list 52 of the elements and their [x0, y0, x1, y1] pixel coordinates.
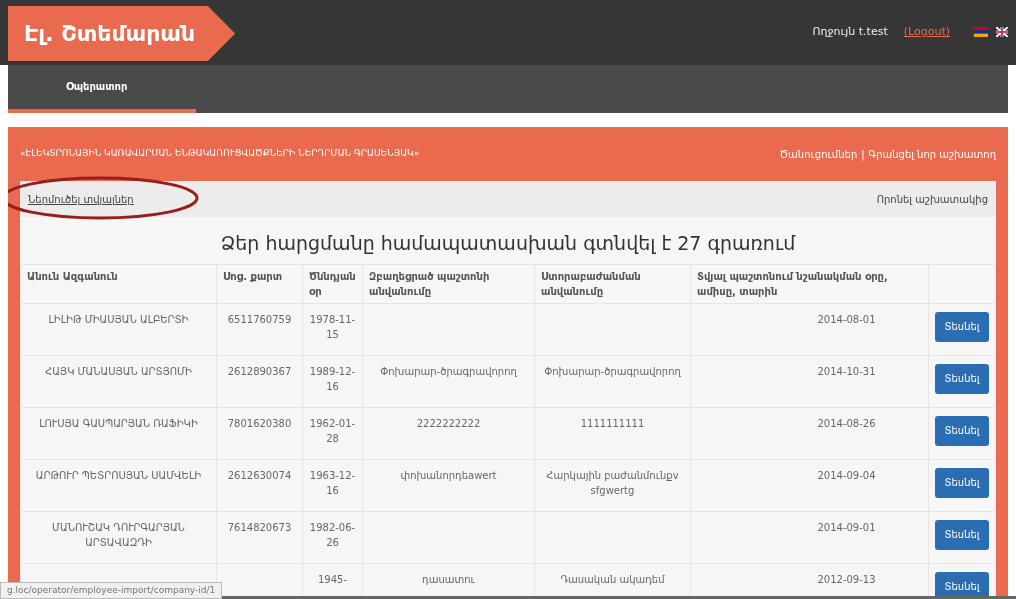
column-header: Ծննդյան օր [302, 264, 363, 303]
table-cell: 2014-10-31 [817, 365, 876, 377]
logout-link[interactable]: (Logout) [903, 24, 950, 41]
table-cell: դասատու [422, 573, 475, 585]
greeting: Ողջույն t.test [812, 24, 888, 40]
view-button[interactable]: Տեսնել [935, 467, 989, 498]
table-cell: Հարկային բաժանմունքv sfgwertg [546, 469, 679, 496]
panel-link[interactable]: Գրանցել նոր աշխատող [868, 146, 996, 162]
name-cell: ԱՐԹՈՒՐ ՊԵՏՐՈՍՅԱՆ ՍԱՄՎԵԼԻ [35, 469, 202, 481]
table-cell: 2612630074 [227, 469, 292, 481]
table-cell: Փոխարար-ծրագրավորող [544, 365, 681, 377]
table-cell: 2222222222 [416, 417, 481, 429]
table-cell: 1963-12-16 [309, 469, 356, 496]
table-cell: 2612890367 [227, 365, 292, 377]
result-heading: Ձեր հարցմանը համապատասխան գտնվել է 27 գրառում [219, 231, 797, 256]
table-cell: 2014-09-04 [817, 469, 876, 481]
table-cell: 7614820673 [227, 521, 292, 533]
column-header: Ստորաբաժանման անվանումը [534, 264, 691, 303]
table-cell: 6511760759 [227, 313, 292, 325]
logo[interactable]: Էլ. Շտեմարան [8, 6, 236, 61]
table-cell: 1989-12-16 [309, 365, 356, 392]
table-cell: Դասական ակադեմ [560, 573, 665, 585]
table-cell: 1978-11-15 [309, 313, 356, 340]
search-link[interactable]: Որոնել աշխատակից [876, 191, 988, 207]
view-button[interactable]: Տեսնել [935, 571, 989, 599]
table-cell: 1982-06-26 [309, 521, 356, 548]
table-cell: 2012-09-13 [817, 573, 876, 585]
name-cell: ԼՈՒՍՅԱ ԳԱՍՊԱՐՅԱՆ ՌԱՖԻԿԻ [39, 417, 198, 429]
table-cell: 7801620380 [227, 417, 292, 429]
nav-tab[interactable]: Օպերատոր [8, 65, 196, 113]
column-header: Զբաղեցրած պաշտոնի անվանումը [362, 264, 535, 303]
panel-title: «ԷԼԵԿՏՐՈՆԱՅԻՆ ԿԱՌԱՎԱՐՄԱՆ ԵՆԹԱԿԱՌՈՒՑՎԱԾՔՆԵՐԻ ՆԵՐԴՐՄԱՆ ԳՐԱՍԵՆՅԱԿ» [20, 147, 420, 161]
column-header: Տվյալ պաշտոնում նշանակման օրը, ամիսը, տարին [690, 264, 929, 303]
table-cell: 1111111111 [580, 417, 645, 429]
view-button[interactable]: Տեսնել [935, 363, 989, 394]
name-cell: ՀԱՅԿ ՄԱՆԱՍՅԱՆ ԱՐՏՅՈՄԻ [45, 365, 192, 377]
table-cell: 2014-09-01 [817, 521, 876, 533]
table-cell: 2014-08-01 [817, 313, 876, 325]
view-button[interactable]: Տեսնել [935, 311, 989, 342]
panel-link[interactable]: Ծանուցումներ [779, 146, 858, 162]
name-cell: ԼԻԼԻԹ ՄԻԱՍՅԱՆ ԱԼԲԵՐՏԻ [48, 313, 189, 325]
table-cell: փոխանորդեawert [400, 469, 497, 481]
link-separator: | [861, 147, 865, 162]
table-cell: 1945- [317, 573, 348, 585]
column-header: Անուն Ազգանուն [20, 264, 217, 303]
table-cell: 2014-08-26 [817, 417, 876, 429]
name-cell: ՄԱՆՈՒՇԱԿ ԴՈՒՐԳԱՐՅԱՆ ԱՐՏԱՎԱԶԴԻ [52, 521, 185, 548]
table-cell: 1962-01-28 [309, 417, 356, 444]
view-button[interactable]: Տեսնել [935, 519, 989, 550]
table-cell: Փոխարար-ծրագրավորող [380, 365, 517, 377]
view-button[interactable]: Տեսնել [935, 415, 989, 446]
column-header: Սոց. քարտ [216, 264, 303, 303]
